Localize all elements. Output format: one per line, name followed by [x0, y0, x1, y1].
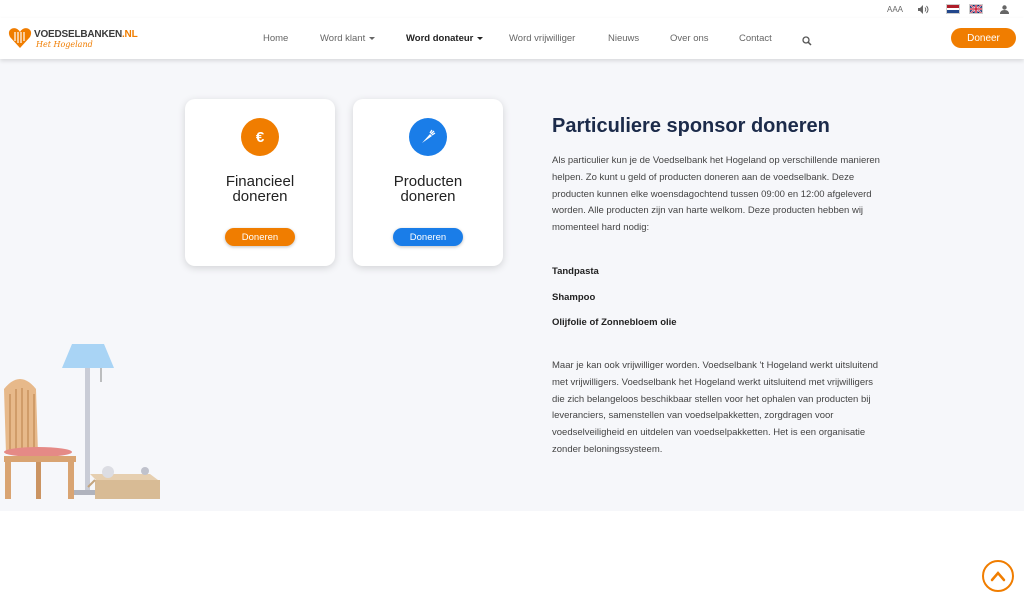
scroll-to-top-button[interactable] [982, 560, 1014, 592]
page-title: Particuliere sponsor doneren [552, 115, 830, 137]
flag-nl-icon[interactable] [946, 4, 960, 14]
logo-name: VOEDSELBANKEN [34, 29, 122, 40]
needed-item: Shampoo [552, 292, 596, 303]
site-header: VOEDSELBANKEN.NL Het Hogeland Home Word … [0, 18, 1024, 59]
card-producten: Producten doneren Doneren [353, 99, 503, 266]
card-title: Producten doneren [393, 173, 463, 205]
search-icon[interactable] [802, 33, 812, 46]
doneren-financieel-button[interactable]: Doneren [225, 228, 295, 246]
needed-item: Tandpasta [552, 266, 599, 277]
user-icon[interactable] [999, 3, 1009, 15]
logo-subtitle: Het Hogeland [36, 40, 93, 49]
main-section: € Financieel doneren Doneren Producten d… [0, 59, 1024, 511]
utility-bar: AAA [0, 0, 1024, 18]
nav-home[interactable]: Home [263, 18, 288, 59]
text-size-label: AAA [887, 4, 904, 14]
site-logo[interactable]: VOEDSELBANKEN.NL Het Hogeland [8, 26, 138, 52]
intro-text: Als particulier kun je de Voedselbank he… [552, 155, 880, 234]
heart-logo-icon [8, 28, 32, 48]
furniture-illustration [4, 344, 160, 499]
outro-text: Maar je kan ook vrijwilliger worden. Voe… [552, 360, 879, 455]
doneren-producten-button[interactable]: Doneren [393, 228, 463, 246]
nav-contact[interactable]: Contact [739, 18, 772, 59]
chevron-down-icon [369, 37, 376, 40]
card-title: Financieel doneren [225, 173, 295, 205]
speaker-icon[interactable] [917, 3, 929, 15]
carrot-icon [409, 118, 447, 156]
logo-suffix: .NL [121, 29, 138, 40]
nav-word-donateur[interactable]: Word donateur [406, 18, 484, 59]
nav-word-klant[interactable]: Word klant [320, 18, 376, 59]
euro-icon: € [241, 118, 279, 156]
chevron-up-icon [990, 571, 1006, 582]
nav-over-ons[interactable]: Over ons [670, 18, 709, 59]
doneer-button[interactable]: Doneer [951, 28, 1016, 48]
nav-nieuws[interactable]: Nieuws [608, 18, 639, 59]
chevron-down-icon [477, 37, 484, 40]
flag-en-icon[interactable] [969, 4, 983, 14]
needed-item: Olijfolie of Zonnebloem olie [552, 317, 677, 328]
text-size-toggle[interactable]: AAA [887, 3, 903, 15]
card-financieel: € Financieel doneren Doneren [185, 99, 335, 266]
nav-word-vrijwilliger[interactable]: Word vrijwilliger [509, 18, 575, 59]
